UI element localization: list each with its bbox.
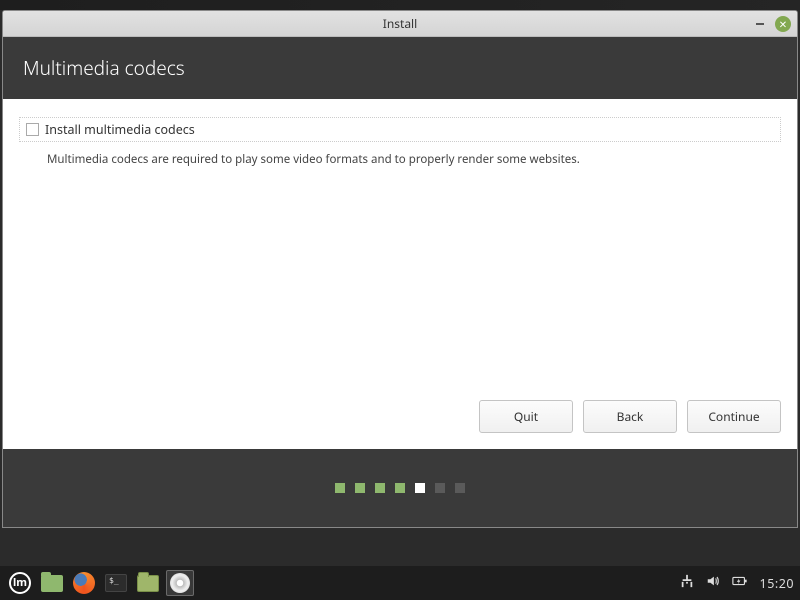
taskbar: lm $_ 15:20 bbox=[0, 566, 800, 600]
close-button[interactable]: ✕ bbox=[775, 16, 791, 32]
folder-icon bbox=[41, 575, 63, 592]
disc-icon bbox=[170, 573, 190, 593]
volume-icon[interactable] bbox=[706, 574, 720, 592]
page-header: Multimedia codecs bbox=[3, 37, 797, 99]
codec-option-label: Install multimedia codecs bbox=[45, 121, 195, 138]
page-title: Multimedia codecs bbox=[23, 55, 185, 81]
progress-indicator bbox=[3, 449, 797, 527]
firefox-launcher[interactable] bbox=[70, 570, 98, 596]
codec-option-row[interactable]: Install multimedia codecs bbox=[19, 117, 781, 142]
nav-button-row: Quit Back Continue bbox=[479, 400, 781, 433]
file-manager-launcher[interactable] bbox=[38, 570, 66, 596]
terminal-launcher[interactable]: $_ bbox=[102, 570, 130, 596]
installer-task[interactable] bbox=[166, 570, 194, 596]
progress-step-2 bbox=[355, 483, 365, 493]
codec-checkbox[interactable] bbox=[26, 123, 39, 136]
files-launcher[interactable] bbox=[134, 570, 162, 596]
window-title: Install bbox=[383, 15, 418, 32]
progress-step-1 bbox=[335, 483, 345, 493]
installer-window: Install ✕ Multimedia codecs Install mult… bbox=[2, 10, 798, 528]
codec-description: Multimedia codecs are required to play s… bbox=[47, 152, 781, 167]
desktop-background-strip bbox=[0, 0, 800, 10]
system-tray: 15:20 bbox=[680, 574, 794, 592]
content-area: Install multimedia codecs Multimedia cod… bbox=[3, 99, 797, 449]
progress-step-3 bbox=[375, 483, 385, 493]
progress-step-7 bbox=[455, 483, 465, 493]
terminal-icon: $_ bbox=[105, 574, 127, 592]
minimize-button[interactable] bbox=[753, 17, 767, 31]
window-titlebar[interactable]: Install ✕ bbox=[3, 11, 797, 37]
progress-step-6 bbox=[435, 483, 445, 493]
clock[interactable]: 15:20 bbox=[760, 575, 794, 592]
network-icon[interactable] bbox=[680, 574, 694, 592]
menu-button[interactable]: lm bbox=[6, 570, 34, 596]
progress-step-5 bbox=[415, 483, 425, 493]
firefox-icon bbox=[73, 572, 95, 594]
progress-step-4 bbox=[395, 483, 405, 493]
continue-button[interactable]: Continue bbox=[687, 400, 781, 433]
battery-icon[interactable] bbox=[732, 574, 748, 592]
back-button[interactable]: Back bbox=[583, 400, 677, 433]
mint-logo-icon: lm bbox=[9, 572, 31, 594]
files-icon bbox=[137, 575, 159, 592]
quit-button[interactable]: Quit bbox=[479, 400, 573, 433]
